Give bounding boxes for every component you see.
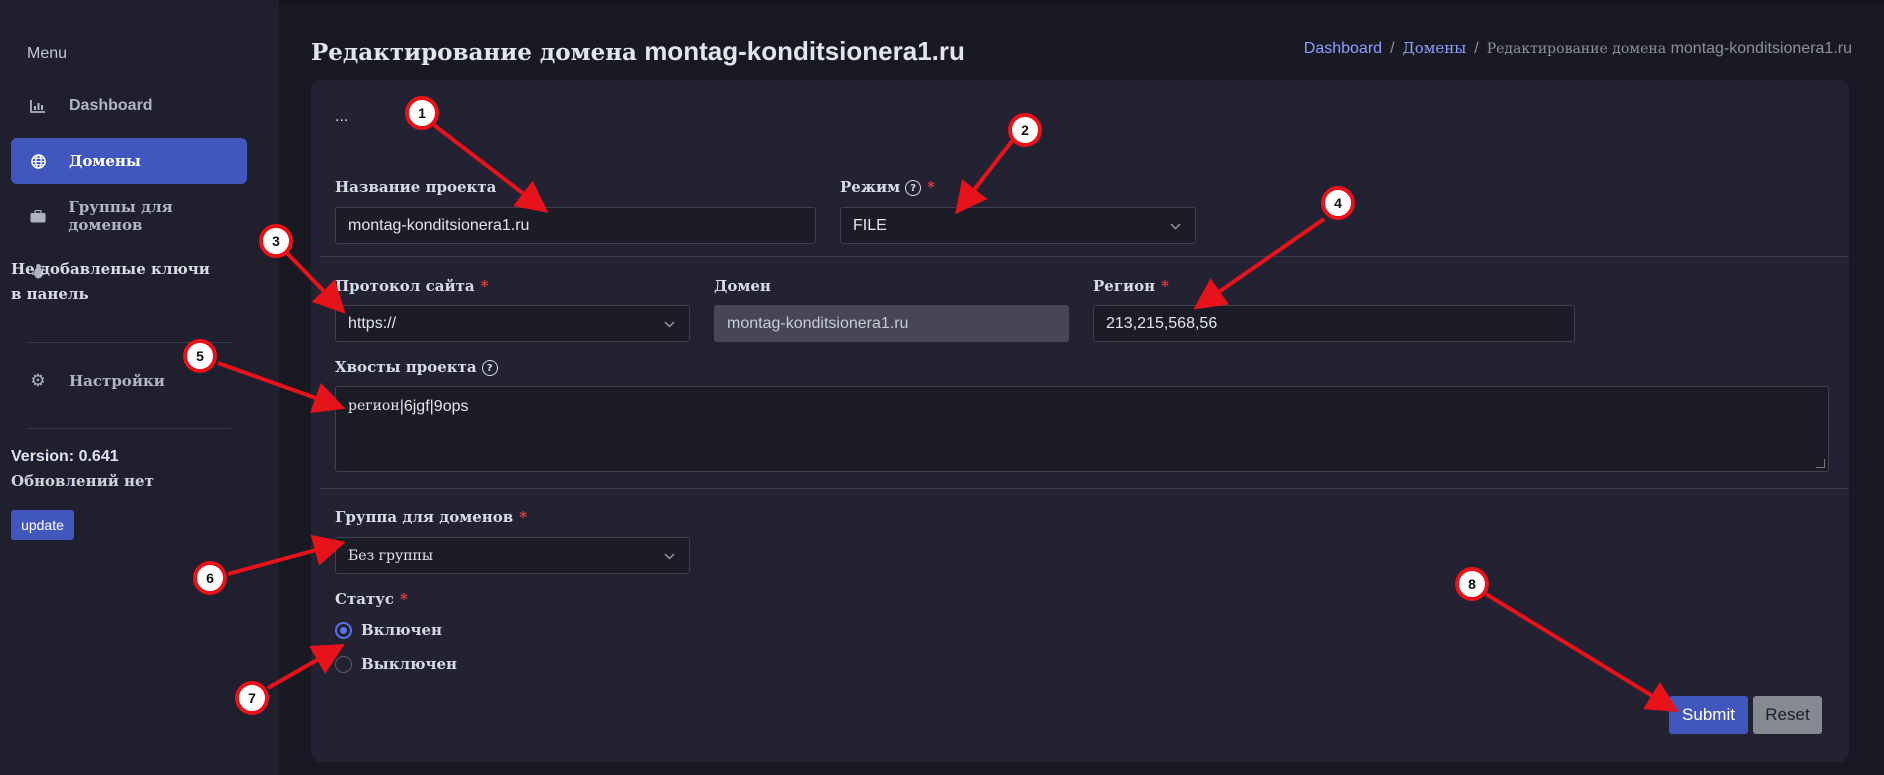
svg-text:8: 8: [1468, 576, 1476, 592]
annotation-marker-7: 7: [235, 681, 269, 715]
annotation-marker-4: 4: [1321, 186, 1355, 220]
annotation-marker-5: 5: [183, 339, 217, 373]
svg-text:3: 3: [272, 233, 280, 249]
annotation-marker-3: 3: [259, 224, 293, 258]
annotation-arrow-7: [267, 644, 345, 690]
annotation-marker-8: 8: [1455, 567, 1489, 601]
annotation-arrow-4: [1193, 217, 1326, 310]
svg-text:2: 2: [1021, 122, 1029, 138]
annotation-arrow-3: [284, 250, 346, 314]
svg-text:7: 7: [248, 690, 256, 706]
svg-text:5: 5: [196, 348, 204, 364]
annotation-overlay: 1 2 3 4 5 6 7 8: [183, 96, 1679, 715]
svg-text:1: 1: [418, 105, 426, 121]
annotation-arrow-8: [1484, 592, 1679, 713]
svg-text:6: 6: [206, 570, 214, 586]
annotation-arrow-1: [432, 123, 549, 213]
annotation-arrow-2: [955, 139, 1014, 215]
annotation-marker-1: 1: [405, 96, 439, 130]
annotation-marker-2: 2: [1008, 113, 1042, 147]
annotation-arrow-6: [227, 534, 346, 576]
annotation-marker-6: 6: [193, 561, 227, 595]
svg-text:4: 4: [1334, 195, 1342, 211]
annotation-arrow-5: [217, 361, 346, 413]
